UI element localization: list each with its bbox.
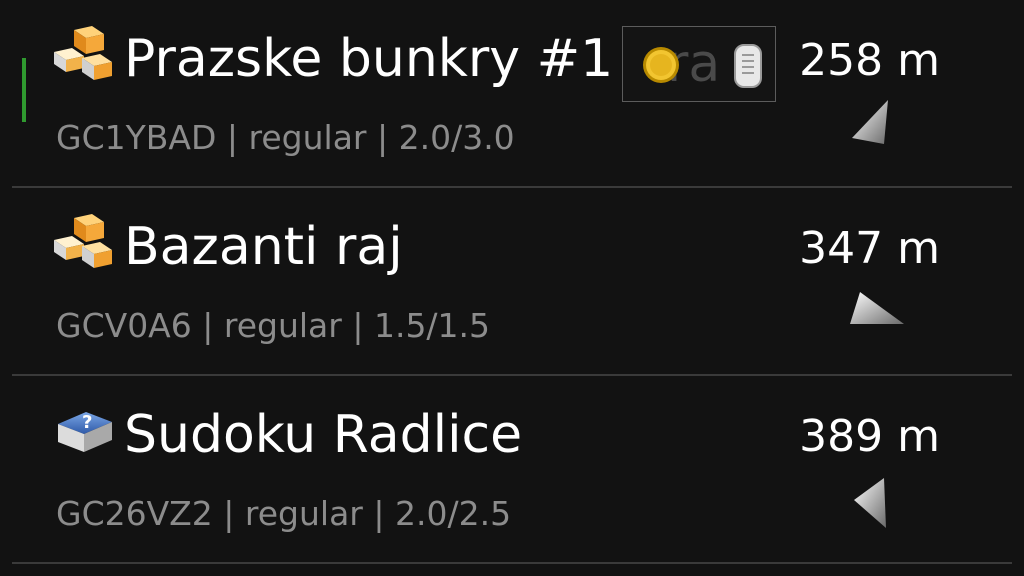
cache-container: regular: [244, 494, 363, 533]
separator: |: [366, 118, 399, 157]
cache-code: GC1YBAD: [56, 118, 217, 157]
separator: |: [216, 118, 249, 157]
cache-list-item[interactable]: Prazske bunkry #1 - ra GC1YBAD | regular…: [0, 0, 1024, 188]
coin-icon: [643, 47, 679, 83]
cache-distance: 347 m: [799, 223, 940, 274]
cache-list-item[interactable]: ? Sudoku Radlice GC26VZ2 | regular | 2.0…: [0, 376, 1024, 564]
direction-arrow-icon: [852, 100, 888, 144]
inventory-badge: ra: [622, 26, 776, 102]
cache-rating: 2.0/3.0: [398, 118, 515, 157]
cache-details: GCV0A6 | regular | 1.5/1.5: [56, 304, 490, 348]
cache-details: GC26VZ2 | regular | 2.0/2.5: [56, 492, 511, 536]
cache-distance: 389 m: [799, 411, 940, 462]
separator: |: [341, 306, 374, 345]
cache-container: regular: [248, 118, 367, 157]
direction-arrow-icon: [850, 292, 904, 324]
cache-list-item[interactable]: Bazanti raj GCV0A6 | regular | 1.5/1.5 3…: [0, 188, 1024, 376]
separator: |: [212, 494, 245, 533]
traditional-cache-icon: [54, 214, 112, 268]
separator: |: [362, 494, 395, 533]
cache-rating: 1.5/1.5: [373, 306, 491, 345]
cache-container: regular: [223, 306, 342, 345]
cache-list: Prazske bunkry #1 - ra GC1YBAD | regular…: [0, 0, 1024, 576]
separator: |: [191, 306, 224, 345]
cache-title: Bazanti raj: [124, 217, 403, 277]
cache-details: GC1YBAD | regular | 2.0/3.0: [56, 116, 515, 160]
highlight-indicator: [22, 58, 26, 122]
svg-text:?: ?: [82, 412, 92, 433]
cache-title: Sudoku Radlice: [124, 405, 523, 465]
traditional-cache-icon: [54, 26, 112, 80]
cache-code: GCV0A6: [56, 306, 192, 345]
cache-rating: 2.0/2.5: [394, 494, 512, 533]
direction-arrow-icon: [854, 478, 886, 528]
mystery-cache-icon: ?: [58, 412, 112, 452]
cache-distance: 258 m: [799, 35, 940, 86]
list-divider: [12, 562, 1012, 564]
cache-code: GC26VZ2: [56, 494, 213, 533]
travel-bug-icon: [734, 44, 762, 88]
cache-title: Prazske bunkry #1 -: [124, 29, 649, 89]
